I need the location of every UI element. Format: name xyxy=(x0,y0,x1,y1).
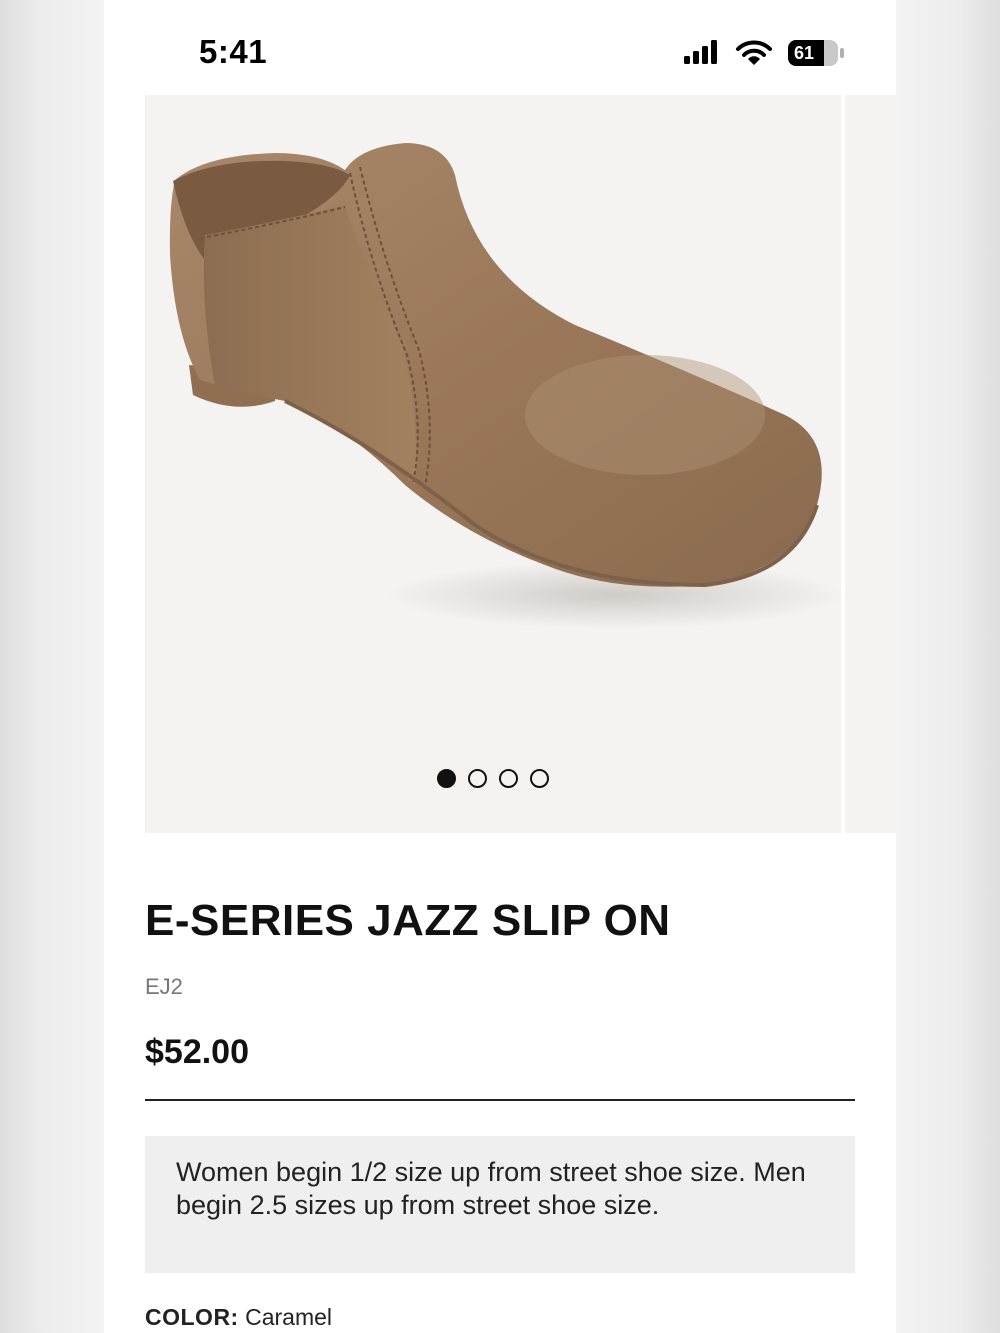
carousel-dot-2[interactable] xyxy=(468,769,487,788)
product-image-carousel[interactable] xyxy=(145,95,841,833)
phone-screen: 5:41 61 E-SERIES JAZZ SLIP ON EJ2 $52.00… xyxy=(104,0,896,1333)
next-image-peek[interactable] xyxy=(845,95,896,833)
size-note-box: Women begin 1/2 size up from street shoe… xyxy=(145,1136,855,1273)
product-sku: EJ2 xyxy=(145,974,183,999)
color-label: COLOR: xyxy=(145,1304,239,1330)
status-icons: 61 xyxy=(682,38,852,68)
battery-level: 61 xyxy=(794,43,815,63)
product-title: E-SERIES JAZZ SLIP ON xyxy=(145,896,671,945)
status-time: 5:41 xyxy=(199,33,268,70)
color-row: COLOR: Caramel xyxy=(145,1304,332,1331)
divider xyxy=(145,1099,855,1101)
carousel-dot-3[interactable] xyxy=(499,769,518,788)
color-value: Caramel xyxy=(245,1304,333,1330)
wifi-icon xyxy=(736,40,772,65)
shoe-image xyxy=(169,143,841,629)
carousel-dot-4[interactable] xyxy=(530,769,549,788)
signal-icon xyxy=(684,40,717,64)
carousel-dots xyxy=(145,769,841,795)
carousel-dot-1[interactable] xyxy=(437,769,456,788)
product-price: $52.00 xyxy=(145,1033,249,1071)
size-note-text: Women begin 1/2 size up from street shoe… xyxy=(176,1157,806,1220)
